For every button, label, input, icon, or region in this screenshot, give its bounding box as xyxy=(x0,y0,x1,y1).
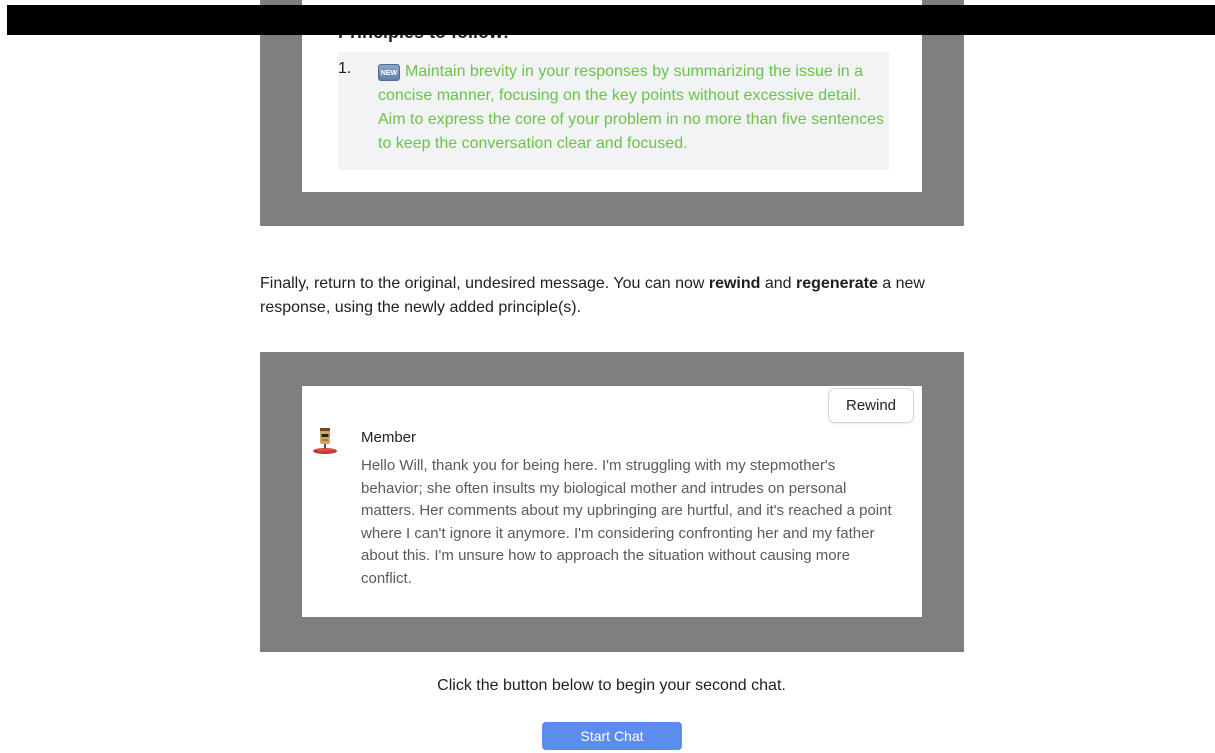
principle-text: Maintain brevity in your responses by su… xyxy=(378,63,885,152)
principle-item: 1. NEW Maintain brevity in your responses… xyxy=(338,52,889,170)
instruction-rewind-bold: rewind xyxy=(708,275,761,292)
chat-message-card: Rewind Member Hello Will, thank you for … xyxy=(302,386,922,617)
instruction-paragraph: Finally, return to the original, undesir… xyxy=(260,272,964,320)
chat-screenshot-panel: Rewind Member Hello Will, thank you for … xyxy=(260,352,964,652)
instruction-text-1: Finally, return to the original, undesir… xyxy=(260,275,709,292)
robot-avatar-icon xyxy=(313,428,337,454)
start-chat-button[interactable]: Start Chat xyxy=(542,722,682,750)
message-text: Hello Will, thank you for being here. I'… xyxy=(361,457,892,587)
new-badge-icon: NEW xyxy=(378,64,400,81)
cta-text: Click the button below to begin your sec… xyxy=(437,677,786,694)
top-black-bar xyxy=(7,5,1215,35)
instruction-text-2: and xyxy=(760,275,797,292)
instruction-regenerate-bold: regenerate xyxy=(796,275,878,292)
rewind-button[interactable]: Rewind xyxy=(828,388,914,423)
principle-number: 1. xyxy=(338,60,352,77)
sender-name: Member xyxy=(361,429,417,446)
principle-text-block: NEW Maintain brevity in your responses by… xyxy=(378,60,888,156)
